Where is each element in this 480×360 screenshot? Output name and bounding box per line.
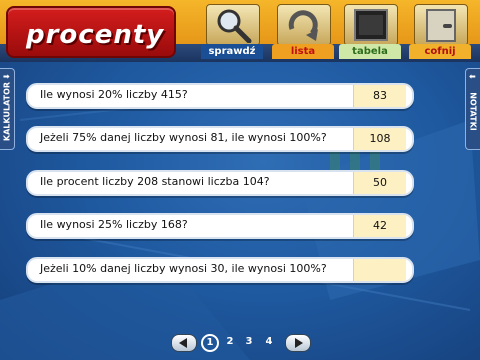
arrow-left-icon (179, 338, 187, 348)
door-icon (426, 9, 456, 42)
refresh-arrow-icon (288, 10, 318, 41)
question-row: Jeżeli 75% danej liczby wynosi 81, ile w… (26, 126, 414, 152)
pagination: 1 2 3 4 (171, 334, 313, 352)
question-text: Jeżeli 10% danej liczby wynosi 30, ile w… (40, 262, 327, 275)
lista-tool[interactable] (277, 4, 331, 46)
tabela-tool[interactable] (344, 4, 398, 46)
notes-panel-tab[interactable]: ⬅ NOTATKI (465, 68, 480, 150)
page-4-button[interactable]: 4 (261, 334, 277, 350)
question-text: Ile wynosi 25% liczby 168? (40, 218, 188, 231)
answer-field[interactable] (353, 259, 406, 281)
title-plate: procenty (6, 6, 176, 58)
magnifier-icon (217, 9, 252, 43)
tab-lista[interactable]: lista (272, 44, 334, 59)
tab-cofnij[interactable]: cofnij (409, 44, 471, 59)
app-title: procenty (26, 20, 165, 50)
question-row: Ile wynosi 20% liczby 415? 83 (26, 83, 414, 109)
question-row: Jeżeli 10% danej liczby wynosi 30, ile w… (26, 257, 414, 283)
prev-page-button[interactable] (171, 334, 197, 352)
page-2-button[interactable]: 2 (222, 334, 238, 350)
answer-field[interactable]: 108 (353, 128, 406, 150)
answer-field[interactable]: 50 (353, 172, 406, 194)
page-3-button[interactable]: 3 (241, 334, 257, 350)
question-text: Jeżeli 75% danej liczby wynosi 81, ile w… (40, 131, 327, 144)
answer-field[interactable]: 42 (353, 215, 406, 237)
notes-label: NOTATKI (468, 92, 478, 131)
answer-field[interactable]: 83 (353, 85, 406, 107)
header-bar: procenty sprawdź lista tabela cofnij (0, 0, 480, 62)
tab-sprawdz[interactable]: sprawdź (201, 44, 263, 59)
question-row: Ile procent liczby 208 stanowi liczba 10… (26, 170, 414, 196)
tab-tabela[interactable]: tabela (339, 44, 401, 59)
calculator-label: KALKULATOR (2, 81, 12, 142)
next-page-button[interactable] (285, 334, 311, 352)
question-text: Ile procent liczby 208 stanowi liczba 10… (40, 175, 270, 188)
board-icon (354, 9, 388, 41)
page-1-button[interactable]: 1 (201, 334, 219, 352)
sprawdz-tool[interactable] (206, 4, 260, 46)
question-text: Ile wynosi 20% liczby 415? (40, 88, 188, 101)
calculator-panel-tab[interactable]: ➡ KALKULATOR (0, 68, 15, 150)
arrow-right-icon (295, 338, 303, 348)
cofnij-tool[interactable] (414, 4, 468, 46)
question-row: Ile wynosi 25% liczby 168? 42 (26, 213, 414, 239)
